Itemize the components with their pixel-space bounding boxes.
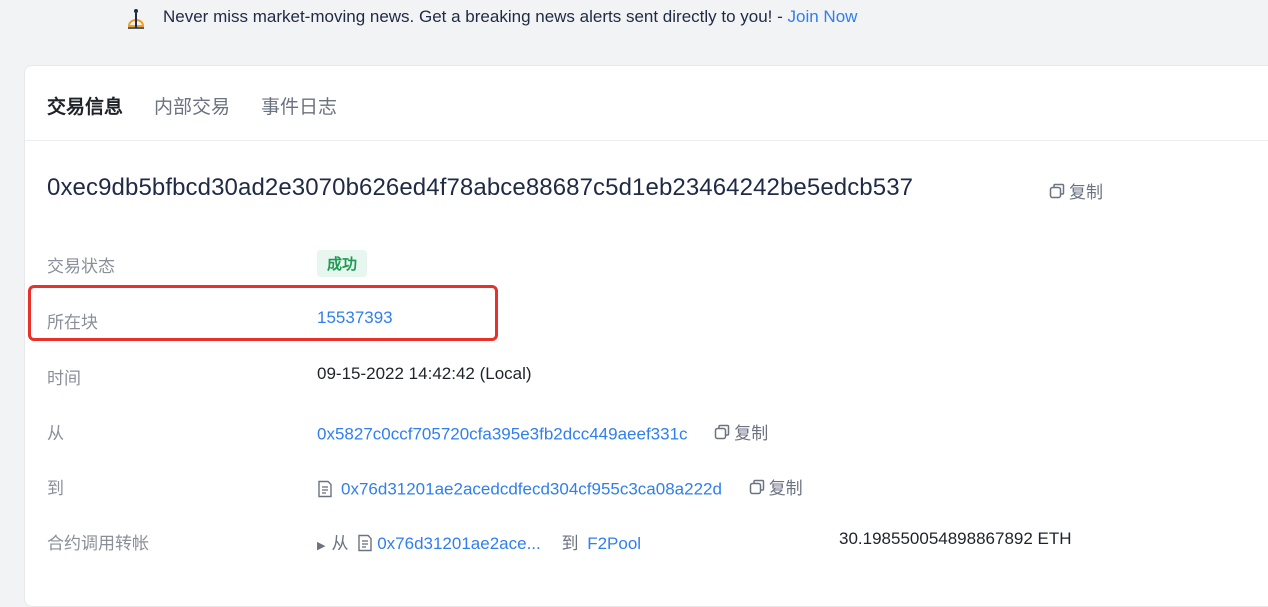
copy-from-button[interactable]: 复制 bbox=[714, 419, 768, 444]
internal-to-name-link[interactable]: F2Pool bbox=[587, 534, 641, 553]
tab-transaction-info[interactable]: 交易信息 bbox=[47, 92, 123, 119]
banner-message: Never miss market-moving news. Get a bre… bbox=[163, 7, 788, 26]
highlight-box bbox=[28, 285, 498, 341]
internal-transfer-row: 合约调用转帐 ▶ 从 0x76d31201ae2ace... 到 F2Pool 3… bbox=[47, 529, 1247, 559]
contract-icon bbox=[358, 534, 372, 552]
to-address-link[interactable]: 0x76d31201ae2acedcdfecd304cf955c3ca08a22… bbox=[341, 480, 722, 499]
internal-from-word: 从 bbox=[331, 534, 349, 553]
tab-event-logs[interactable]: 事件日志 bbox=[261, 92, 337, 119]
copy-icon bbox=[1049, 183, 1065, 198]
status-label: 交易状态 bbox=[47, 257, 115, 276]
internal-transfer-amount: 30.198550054898867892 ETH bbox=[839, 529, 1072, 548]
copy-label: 复制 bbox=[1069, 183, 1103, 202]
news-banner: Never miss market-moving news. Get a bre… bbox=[0, 0, 1268, 36]
from-address-link[interactable]: 0x5827c0ccf705720cfa395e3fb2dcc449aeef33… bbox=[317, 425, 688, 444]
copy-label: 复制 bbox=[768, 479, 803, 498]
copy-hash-button[interactable]: 复制 bbox=[1049, 178, 1103, 203]
copy-label: 复制 bbox=[734, 424, 769, 443]
tx-hash: 0xec9db5bfbcd30ad2e3070b626ed4f78abce886… bbox=[47, 174, 914, 201]
expand-caret-icon[interactable]: ▶ bbox=[317, 540, 325, 552]
internal-to-word: 到 bbox=[561, 534, 579, 553]
to-label: 到 bbox=[47, 479, 64, 498]
copy-icon bbox=[749, 479, 764, 494]
tab-bar: 交易信息 内部交易 事件日志 bbox=[25, 66, 1268, 141]
bell-icon bbox=[127, 9, 145, 29]
status-row: 交易状态 成功 bbox=[47, 250, 1247, 282]
internal-transfer-label: 合约调用转帐 bbox=[47, 534, 149, 553]
from-label: 从 bbox=[47, 424, 64, 443]
status-badge: 成功 bbox=[317, 250, 368, 277]
time-value: 09-15-2022 14:42:42 (Local) bbox=[317, 364, 532, 383]
tx-hash-row: 0xec9db5bfbcd30ad2e3070b626ed4f78abce886… bbox=[47, 174, 913, 202]
time-label: 时间 bbox=[47, 369, 81, 388]
tab-internal-transactions[interactable]: 内部交易 bbox=[154, 92, 230, 119]
internal-from-address-link[interactable]: 0x76d31201ae2ace... bbox=[377, 534, 541, 553]
time-row: 时间 09-15-2022 14:42:42 (Local) bbox=[47, 364, 1247, 394]
join-now-link[interactable]: Join Now bbox=[788, 7, 858, 26]
contract-icon bbox=[318, 480, 332, 497]
copy-to-button[interactable]: 复制 bbox=[749, 474, 803, 499]
from-row: 从 0x5827c0ccf705720cfa395e3fb2dcc449aeef… bbox=[47, 419, 1247, 449]
copy-icon bbox=[715, 424, 730, 439]
to-row: 到 0x76d31201ae2acedcdfecd304cf955c3ca08a… bbox=[47, 474, 1247, 504]
